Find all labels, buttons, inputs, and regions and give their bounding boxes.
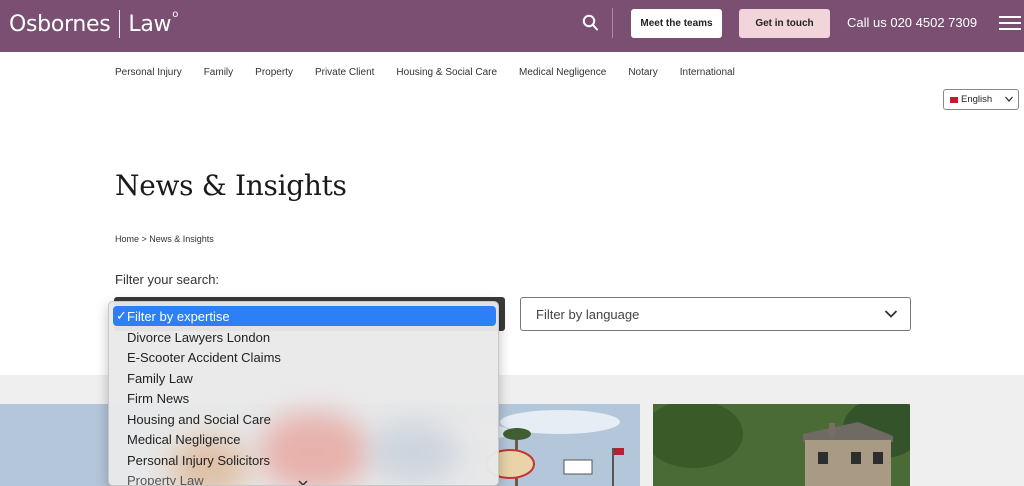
nav-item-housing-social-care[interactable]: Housing & Social Care xyxy=(396,67,497,78)
search-button[interactable] xyxy=(582,13,600,33)
main-navigation: Personal Injury Family Property Private … xyxy=(115,67,757,78)
search-icon xyxy=(582,14,598,31)
nav-item-property[interactable]: Property xyxy=(255,67,293,78)
filter-label: Filter your search: xyxy=(115,272,220,287)
scroll-down-arrow-icon[interactable] xyxy=(298,480,308,486)
chevron-down-icon xyxy=(884,310,898,318)
nav-item-private-client[interactable]: Private Client xyxy=(315,67,374,78)
nav-item-notary[interactable]: Notary xyxy=(628,67,657,78)
chevron-down-icon xyxy=(1005,96,1013,102)
top-bar: Osbornes Law o Meet the teams Get in tou… xyxy=(0,0,1024,52)
meet-the-teams-button[interactable]: Meet the teams xyxy=(631,9,722,38)
expertise-option-e-scooter[interactable]: E-Scooter Accident Claims xyxy=(113,347,496,367)
menu-line-icon xyxy=(999,28,1021,30)
expertise-option-divorce[interactable]: Divorce Lawyers London xyxy=(113,327,496,347)
logo-text-law: Law xyxy=(128,11,172,37)
site-logo[interactable]: Osbornes Law o xyxy=(9,8,178,40)
expertise-option-firm-news[interactable]: Firm News xyxy=(113,388,496,408)
nav-item-medical-negligence[interactable]: Medical Negligence xyxy=(519,67,606,78)
breadcrumb[interactable]: Home > News & Insights xyxy=(115,234,214,244)
logo-divider xyxy=(119,10,121,38)
nav-item-family[interactable]: Family xyxy=(204,67,233,78)
language-filter-placeholder: Filter by language xyxy=(536,306,640,322)
logo-text-osbornes: Osbornes xyxy=(9,11,111,37)
page-title: News & Insights xyxy=(115,169,347,202)
article-photo xyxy=(653,404,910,486)
nav-item-personal-injury[interactable]: Personal Injury xyxy=(115,67,182,78)
expertise-option-family-law[interactable]: Family Law xyxy=(113,368,496,388)
nav-item-international[interactable]: International xyxy=(680,67,735,78)
hamburger-menu-button[interactable] xyxy=(999,16,1021,30)
menu-line-icon xyxy=(999,22,1021,24)
uk-flag-icon xyxy=(950,96,958,103)
expertise-option-medical-negligence[interactable]: Medical Negligence xyxy=(113,429,496,449)
expertise-option-filter-by-expertise[interactable]: ✓ Filter by expertise xyxy=(113,306,496,326)
get-in-touch-button[interactable]: Get in touch xyxy=(739,9,830,38)
language-selector[interactable]: English xyxy=(943,89,1019,110)
option-label: Filter by expertise xyxy=(127,308,230,324)
checkmark-icon: ✓ xyxy=(116,308,127,323)
expertise-dropdown-list[interactable]: ✓ Filter by expertise Divorce Lawyers Lo… xyxy=(108,301,499,486)
header-divider xyxy=(612,8,613,38)
article-image-cottage[interactable] xyxy=(653,404,910,486)
language-filter-select[interactable]: Filter by language xyxy=(520,297,911,331)
menu-line-icon xyxy=(999,16,1021,18)
language-selected: English xyxy=(961,94,993,105)
logo-mark: o xyxy=(172,8,179,20)
call-us-phone[interactable]: Call us 020 4502 7309 xyxy=(847,15,977,30)
expertise-option-housing[interactable]: Housing and Social Care xyxy=(113,409,496,429)
expertise-option-personal-injury[interactable]: Personal Injury Solicitors xyxy=(113,450,496,470)
